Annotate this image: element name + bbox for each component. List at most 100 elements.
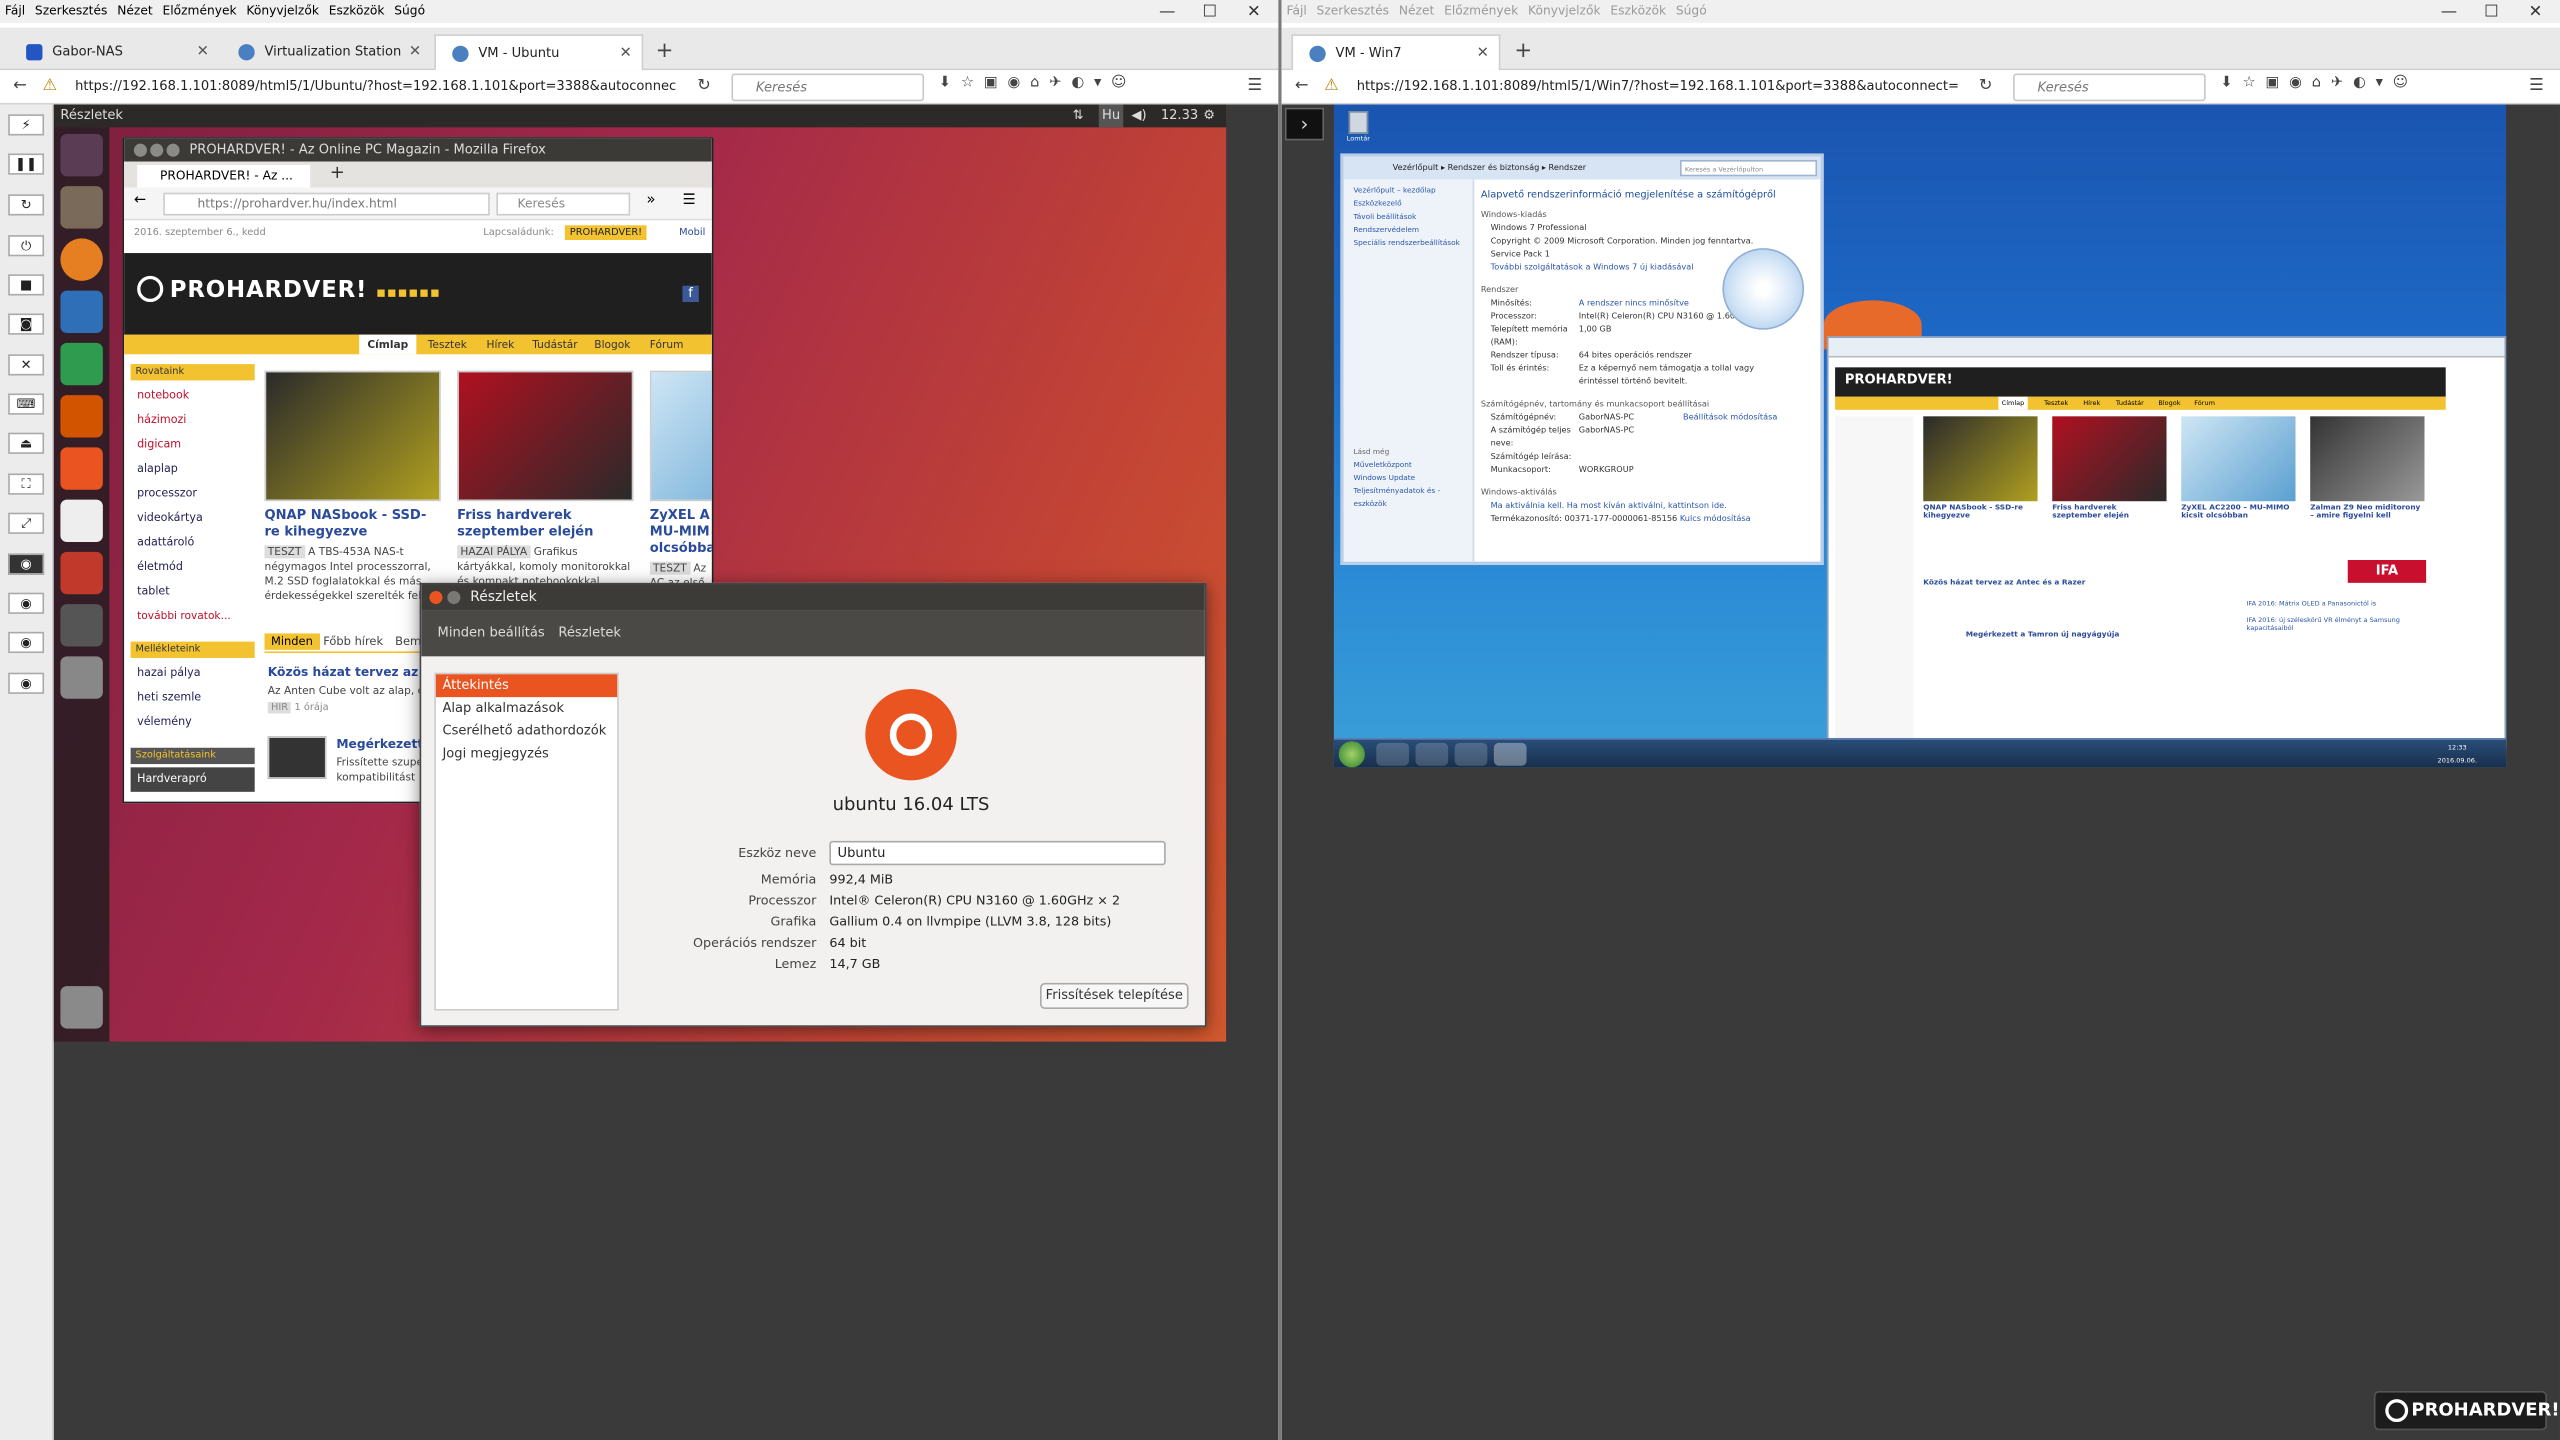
ph-nav-tesztek[interactable]: Tesztek	[428, 335, 467, 355]
device-name-input[interactable]: Ubuntu	[829, 840, 1166, 866]
tab-vm-ubuntu[interactable]: VM - Ubuntu ✕	[434, 34, 644, 71]
maximize-button[interactable]: ☐	[1189, 3, 1231, 21]
back-icon[interactable]: ←	[13, 75, 27, 98]
sidebar-item[interactable]: alaplap	[131, 457, 255, 481]
w7-article-title[interactable]: Friss hardverek szeptember elején	[2052, 504, 2166, 520]
ubuntu-desktop[interactable]: Részletek ⇅ Hu ◀) 12.33 ⚙ PROHARDVER! - …	[53, 104, 1227, 1042]
menu-bookmarks[interactable]: Könyvjelzők	[246, 3, 319, 18]
w7-nav-item[interactable]: Tesztek	[2044, 397, 2068, 410]
w7-nav-item[interactable]: Hírek	[2083, 397, 2100, 410]
facebook-icon[interactable]: f	[682, 285, 699, 303]
menu-help[interactable]: Súgó	[394, 3, 425, 18]
firefox-icon[interactable]	[60, 238, 103, 281]
menu-history[interactable]: Előzmények	[1444, 3, 1518, 18]
win7-desktop[interactable]: Lomtár Vezérlőpult ▸ Rendszer és biztons…	[1333, 104, 2507, 768]
clock[interactable]: 12.33	[1161, 104, 1198, 127]
eye-icon[interactable]: ◉	[8, 592, 45, 614]
sidebar-item-overview[interactable]: Áttekintés	[435, 674, 618, 698]
sidebar-item-default-apps[interactable]: Alap alkalmazások	[436, 697, 617, 720]
left-link[interactable]: Teljesítményadatok és -eszközök	[1344, 487, 1473, 513]
article-thumbnail[interactable]	[457, 370, 634, 502]
settings-gear-icon[interactable]: ⚙	[1203, 104, 1215, 127]
sidebar-more-link[interactable]: további rovatok...	[131, 604, 255, 628]
article-thumbnail[interactable]	[264, 370, 441, 502]
explorer-icon[interactable]	[1415, 742, 1449, 766]
url-bar[interactable]: https://192.168.1.101:8089/html5/1/Ubunt…	[65, 73, 716, 102]
eye-icon[interactable]: ◉	[8, 631, 45, 654]
ifa-banner[interactable]: IFA	[2347, 559, 2427, 583]
amazon-icon[interactable]	[60, 499, 103, 543]
media-player-icon[interactable]	[1454, 742, 1488, 766]
menu-edit[interactable]: Szerkesztés	[35, 3, 107, 18]
fit-icon[interactable]: ⛶	[8, 473, 45, 495]
sidebar-item[interactable]: notebook	[131, 384, 255, 408]
tab-vm-win7[interactable]: VM - Win7 ✕	[1291, 34, 1501, 71]
left-link[interactable]: Műveletközpont	[1344, 460, 1473, 473]
lock-warning-icon[interactable]: ⚠	[1324, 75, 1339, 98]
news-tab-all[interactable]: Minden	[264, 633, 320, 650]
keyboard-icon[interactable]: ⌨	[8, 393, 45, 415]
ifa-news[interactable]: IFA 2016: Mátrix OLED a Panasonictól is	[2247, 599, 2427, 607]
dash-icon[interactable]	[60, 133, 103, 177]
left-link[interactable]: Vezérlőpult – kezdőlap	[1344, 186, 1473, 199]
sidebar-item[interactable]: tablet	[131, 580, 255, 604]
w7-nav-item[interactable]: Fórum	[2194, 397, 2215, 410]
lock-warning-icon[interactable]: ⚠	[42, 75, 57, 98]
ph-nav-forum[interactable]: Fórum	[650, 335, 684, 355]
sidebar-item-removable-media[interactable]: Cserélhető adathordozók	[436, 720, 617, 743]
sys-value[interactable]: A rendszer nincs minősítve	[1579, 297, 1689, 310]
w7-article[interactable]: QNAP NASbook - SSD-re kihegyezve	[1923, 416, 2038, 521]
w7-article-title[interactable]: QNAP NASbook - SSD-re kihegyezve	[1923, 504, 2037, 520]
control-panel-task-icon[interactable]	[1493, 742, 1527, 766]
sidebar-item[interactable]: digicam	[131, 433, 255, 457]
ff-search-input[interactable]: Keresés	[496, 192, 631, 216]
w7-nav-item[interactable]: Blogok	[2158, 397, 2180, 410]
ph-nav-cimlap[interactable]: Címlap	[359, 334, 417, 355]
win7-vm-viewport[interactable]: › Lomtár Vezérlőpult ▸ Rendszer és bizto…	[1281, 104, 2560, 1440]
menu-file[interactable]: Fájl	[1287, 3, 1307, 18]
new-tab-button[interactable]: +	[1507, 34, 1540, 70]
article-title[interactable]: Friss hardverek szeptember elején	[457, 508, 633, 541]
start-button-icon[interactable]	[1338, 741, 1365, 768]
minimize-button[interactable]: —	[2428, 3, 2470, 21]
close-tab-icon[interactable]: ✕	[197, 34, 209, 70]
back-icon[interactable]: ←	[1295, 75, 1309, 98]
stop-icon[interactable]: ■	[8, 274, 45, 296]
maximize-button[interactable]: ☐	[2470, 3, 2512, 21]
close-vm-icon[interactable]: ✕	[8, 354, 45, 376]
volume-icon[interactable]: ◀)	[1131, 104, 1146, 127]
w7-nav-item[interactable]: Címlap	[1998, 396, 2028, 410]
menu-view[interactable]: Nézet	[1399, 3, 1434, 18]
back-icon[interactable]: ←	[134, 193, 146, 209]
power-icon[interactable]: ⏻	[8, 235, 45, 257]
search-input[interactable]: Keresés	[731, 73, 925, 102]
restart-icon[interactable]: ↻	[8, 194, 45, 216]
toolbar-icons[interactable]: ⬇☆▣◉⌂✈◐▾☺	[939, 75, 1137, 91]
w7-nav-item[interactable]: Tudástár	[2116, 397, 2144, 410]
ubuntu-vm-viewport[interactable]: Részletek ⇅ Hu ◀) 12.33 ⚙ PROHARDVER! - …	[53, 104, 1279, 1440]
impress-icon[interactable]	[60, 395, 103, 438]
eye-icon[interactable]: ◉	[8, 672, 45, 694]
min-dot-icon[interactable]	[447, 591, 461, 605]
close-dot-icon[interactable]	[429, 591, 443, 605]
trash-icon[interactable]	[60, 986, 103, 1029]
ph-logo[interactable]: PROHARDVER! ▪▪▪▪▪▪	[137, 275, 441, 304]
updater-icon[interactable]	[60, 604, 103, 647]
new-tab-button[interactable]: +	[330, 162, 345, 183]
eye-icon[interactable]: ◉	[8, 553, 45, 575]
url-bar[interactable]: https://192.168.1.101:8089/html5/1/Win7/…	[1346, 73, 1968, 102]
close-window-button[interactable]: ✕	[2514, 3, 2556, 21]
w7-article[interactable]: Friss hardverek szeptember elején	[2052, 416, 2167, 521]
sidebar-item[interactable]: videokártya	[131, 506, 255, 530]
close-tab-icon[interactable]: ✕	[1477, 36, 1489, 70]
install-updates-button[interactable]: Frissítések telepítése	[1039, 982, 1189, 1009]
w7-article-thumb[interactable]	[2310, 416, 2425, 502]
left-link[interactable]: Eszközkezelő	[1344, 199, 1473, 212]
w7-article[interactable]: ZyXEL AC2200 – MU-MIMO kicsit olcsóbban	[2181, 416, 2296, 521]
left-link[interactable]: Windows Update	[1344, 473, 1473, 486]
sidebar-item-legal[interactable]: Jogi megjegyzés	[436, 743, 617, 766]
w7-article-thumb[interactable]	[2181, 416, 2296, 502]
new-tab-button[interactable]: +	[648, 34, 681, 70]
minimize-button[interactable]: —	[1146, 3, 1188, 21]
close-dot-icon[interactable]	[133, 143, 147, 157]
